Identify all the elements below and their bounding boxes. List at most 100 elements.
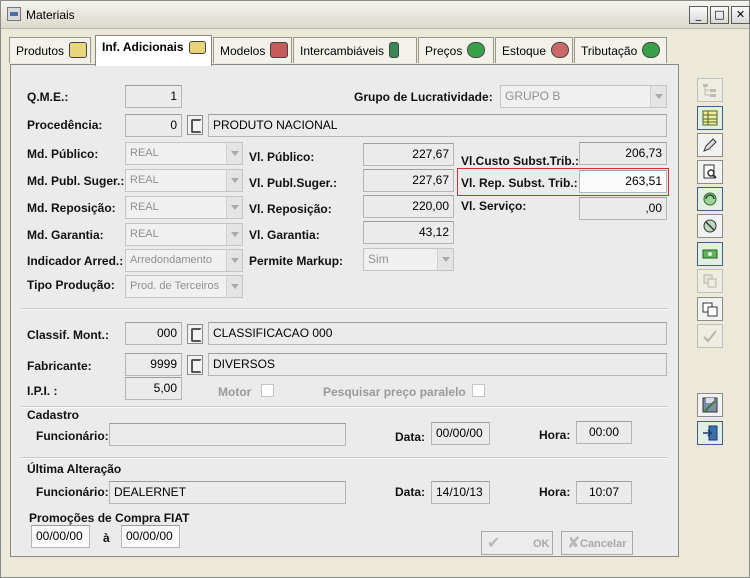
- edit-button[interactable]: [697, 133, 723, 157]
- cancel-label: Cancelar: [580, 538, 627, 550]
- maximize-button[interactable]: □: [710, 6, 729, 24]
- refresh-button[interactable]: [697, 187, 723, 211]
- stack-icon: [702, 302, 718, 317]
- preview-button[interactable]: [697, 160, 723, 184]
- x-icon: ✘: [567, 533, 581, 552]
- title-bar: Materiais _ □ ✕: [1, 1, 750, 29]
- chevron-down-icon: [226, 170, 242, 191]
- md-garantia-select[interactable]: REAL: [125, 223, 243, 246]
- procedencia-label: Procedência:: [27, 118, 103, 132]
- ultima-data-field[interactable]: 14/10/13: [431, 481, 490, 504]
- md-publ-suger-select[interactable]: REAL: [125, 169, 243, 192]
- truck-icon: [69, 42, 88, 58]
- car-icon: [270, 42, 289, 58]
- spreadsheet-button[interactable]: [697, 106, 723, 130]
- duplicate-button[interactable]: [697, 297, 723, 321]
- vl-publico-field[interactable]: 227,67: [363, 143, 454, 166]
- cadastro-hora-label: Hora:: [539, 428, 571, 442]
- qme-field[interactable]: 1: [125, 85, 182, 108]
- pesquisar-preco-checkbox[interactable]: [472, 384, 485, 397]
- md-publico-value: REAL: [130, 147, 159, 159]
- promocoes-from-field[interactable]: 00/00/00: [31, 525, 90, 548]
- chevron-down-icon: [226, 143, 242, 164]
- pencil-icon: [703, 138, 717, 152]
- tab-modelos[interactable]: Modelos: [213, 37, 292, 63]
- tab-label: Estoque: [502, 44, 547, 58]
- vl-publ-suger-label: Vl. Publ.Suger.:: [249, 176, 338, 190]
- cadastro-data-field[interactable]: 00/00/00: [431, 422, 490, 445]
- procedencia-code-field[interactable]: 0: [125, 114, 182, 137]
- box-icon: [551, 42, 570, 58]
- md-publico-label: Md. Público:: [27, 147, 99, 161]
- save-icon: [702, 397, 718, 413]
- indicador-arred-value: Arredondamento: [130, 254, 212, 266]
- minimize-button[interactable]: _: [689, 6, 708, 24]
- confirm-button[interactable]: [697, 324, 723, 348]
- tab-estoque[interactable]: Estoque: [495, 37, 573, 63]
- motor-label: Motor: [218, 385, 252, 399]
- ipi-label: I.P.I. :: [27, 384, 58, 398]
- vl-garantia-field[interactable]: 43,12: [363, 221, 454, 244]
- tab-intercambiaveis[interactable]: Intercambiáveis: [293, 37, 417, 63]
- fabricante-code-field[interactable]: 9999: [125, 353, 182, 376]
- tab-produtos[interactable]: Produtos: [9, 37, 91, 63]
- chevron-down-icon: [650, 86, 666, 107]
- lookup-icon[interactable]: [187, 115, 203, 135]
- cadastro-funcionario-field[interactable]: [109, 423, 346, 446]
- ultima-alteracao-title: Última Alteração: [27, 462, 122, 476]
- promocoes-to-field[interactable]: 00/00/00: [121, 525, 180, 548]
- tab-inf-adicionais[interactable]: Inf. Adicionais: [95, 35, 212, 66]
- lookup-icon[interactable]: [187, 324, 203, 344]
- tab-label: Modelos: [220, 44, 266, 58]
- save-button[interactable]: [697, 393, 723, 417]
- ultima-hora-field[interactable]: 10:07: [576, 481, 632, 504]
- cadastro-hora-field[interactable]: 00:00: [576, 421, 632, 444]
- close-button[interactable]: ✕: [731, 6, 750, 24]
- money-button[interactable]: [697, 242, 723, 266]
- tree-view-button[interactable]: [697, 78, 723, 102]
- separator: [21, 308, 668, 310]
- money-bag-icon: [467, 42, 486, 58]
- cancel-search-icon: [703, 219, 717, 233]
- md-publico-select[interactable]: REAL: [125, 142, 243, 165]
- lookup-icon[interactable]: [187, 355, 203, 375]
- tab-tributacao[interactable]: Tributação: [574, 37, 667, 63]
- ultima-hora-label: Hora:: [539, 485, 571, 499]
- money-bag-icon: [642, 42, 661, 58]
- cadastro-title: Cadastro: [27, 408, 80, 422]
- separator: [21, 406, 668, 408]
- pesquisar-preco-label: Pesquisar preço paralelo: [323, 385, 466, 399]
- indicador-arred-select[interactable]: Arredondamento: [125, 249, 243, 272]
- vl-servico-field[interactable]: ,00: [579, 197, 667, 220]
- ultima-data-label: Data:: [395, 485, 426, 499]
- inf-adicionais-panel: Q.M.E.: 1 Grupo de Lucratividade: GRUPO …: [10, 64, 679, 557]
- motor-checkbox[interactable]: [261, 384, 274, 397]
- vl-publ-suger-field[interactable]: 227,67: [363, 169, 454, 192]
- procedencia-desc-field[interactable]: PRODUTO NACIONAL: [208, 114, 667, 137]
- permite-markup-select[interactable]: Sim: [363, 248, 454, 271]
- vl-reposicao-field[interactable]: 220,00: [363, 195, 454, 218]
- exit-button[interactable]: [697, 421, 723, 445]
- grupo-lucratividade-label: Grupo de Lucratividade:: [354, 90, 493, 104]
- fabricante-desc-field[interactable]: DIVERSOS: [208, 353, 667, 376]
- cancel-button[interactable]: ✘ Cancelar: [561, 531, 633, 555]
- tipo-producao-select[interactable]: Prod. de Terceiros: [125, 275, 243, 298]
- grupo-lucratividade-select[interactable]: GRUPO B: [500, 85, 667, 108]
- ipi-field[interactable]: 5,00: [125, 377, 182, 400]
- classif-mont-label: Classif. Mont.:: [27, 328, 110, 342]
- vl-custo-subst-trib-field[interactable]: 206,73: [579, 142, 667, 165]
- tab-precos[interactable]: Preços: [418, 37, 494, 63]
- ok-button[interactable]: ✔ OK: [481, 531, 553, 555]
- classif-mont-code-field[interactable]: 000: [125, 322, 182, 345]
- vl-servico-label: Vl. Serviço:: [461, 199, 527, 213]
- tab-label: Intercambiáveis: [300, 44, 385, 58]
- vl-rep-subst-trib-field[interactable]: 263,51: [579, 170, 667, 193]
- ultima-funcionario-field[interactable]: DEALERNET: [109, 481, 346, 504]
- chevron-down-icon: [226, 250, 242, 271]
- md-publ-suger-value: REAL: [130, 174, 159, 186]
- copy-button[interactable]: [697, 269, 723, 293]
- classif-mont-desc-field[interactable]: CLASSIFICACAO 000: [208, 322, 667, 345]
- md-reposicao-select[interactable]: REAL: [125, 196, 243, 219]
- chevron-down-icon: [226, 276, 242, 297]
- cancel-search-button[interactable]: [697, 214, 723, 238]
